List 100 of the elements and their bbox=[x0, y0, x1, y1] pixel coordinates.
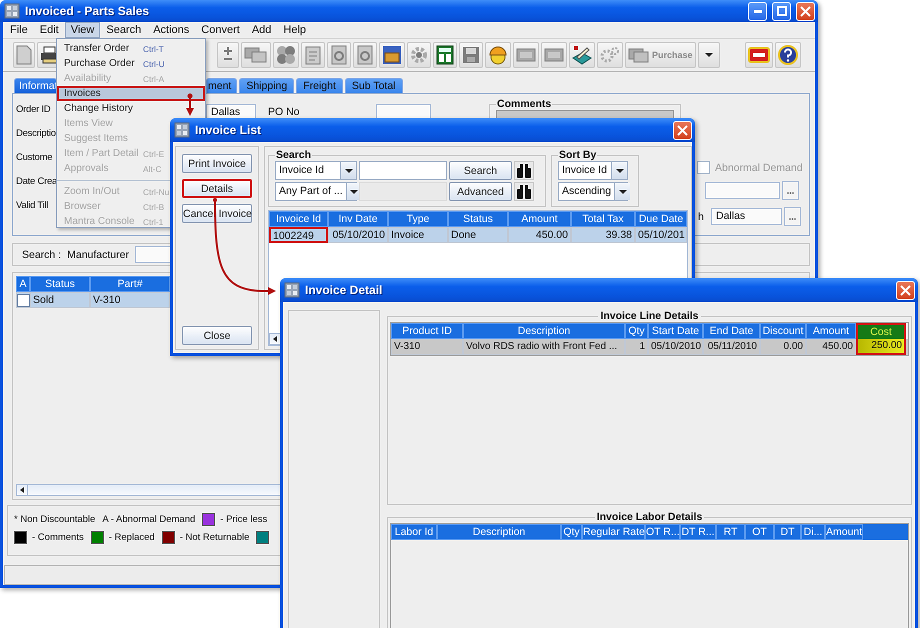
column-header[interactable]: Di... bbox=[801, 524, 825, 540]
menu-item[interactable]: Convert bbox=[195, 22, 246, 38]
column-header[interactable]: Product ID bbox=[391, 323, 463, 339]
binoculars-icon[interactable] bbox=[516, 162, 532, 178]
tab[interactable]: Freight bbox=[296, 78, 343, 93]
close-button[interactable] bbox=[673, 120, 692, 140]
column-header[interactable]: Qty bbox=[561, 524, 582, 540]
column-header[interactable]: Due Date bbox=[635, 211, 687, 227]
column-header[interactable]: Description bbox=[463, 323, 625, 339]
column-header[interactable]: Qty bbox=[625, 323, 648, 339]
menu-item[interactable]: View bbox=[64, 22, 100, 38]
close-button[interactable] bbox=[796, 2, 815, 20]
minimize-icon bbox=[754, 10, 762, 12]
column-header[interactable]: End Date bbox=[703, 323, 760, 339]
dropdown[interactable]: Invoice Id bbox=[275, 161, 357, 180]
purchase-button[interactable]: Purchase bbox=[625, 42, 696, 68]
column-header[interactable]: Part# bbox=[90, 276, 170, 292]
caret-icon bbox=[616, 168, 624, 172]
document-icon bbox=[356, 45, 374, 65]
close-icon bbox=[800, 6, 811, 16]
checkbox-label: Abnormal Demand bbox=[715, 162, 803, 174]
table-row[interactable]: 1002249 05/10/2010 Invoice Done 450.00 39.38 05/10/201 bbox=[269, 227, 687, 243]
minimize-button[interactable] bbox=[748, 2, 767, 20]
column-header[interactable]: Labor Id bbox=[391, 524, 437, 540]
exit-button[interactable] bbox=[745, 42, 773, 68]
menu-item[interactable]: Search bbox=[100, 22, 148, 38]
action-button[interactable]: Print Invoice bbox=[182, 154, 252, 173]
menu-item[interactable]: File bbox=[4, 22, 34, 38]
column-header[interactable]: Type bbox=[388, 211, 448, 227]
dropdown[interactable]: Invoice Id bbox=[558, 161, 628, 180]
dropdown[interactable]: Ascending bbox=[558, 182, 628, 201]
column-header[interactable]: DT R... bbox=[680, 524, 716, 540]
toolbar-button[interactable] bbox=[379, 42, 405, 68]
column-header[interactable]: Invoice Id bbox=[269, 211, 328, 227]
app-icon bbox=[174, 122, 190, 138]
table-cell: 05/10/2010 bbox=[328, 227, 388, 243]
scroll-left-icon[interactable] bbox=[273, 336, 277, 342]
column-header[interactable]: Discount bbox=[760, 323, 806, 339]
tab[interactable]: Shipping bbox=[239, 78, 294, 93]
column-header[interactable]: Cost bbox=[856, 323, 906, 339]
document-icon bbox=[16, 45, 32, 65]
tab[interactable]: Informat bbox=[14, 78, 57, 93]
table-row[interactable]: V-310 Volvo RDS radio with Front Fed ... 1 05/10/2010 05/11/2010 0.00 450.00 250.00 bbox=[391, 339, 908, 355]
column-header[interactable]: DT bbox=[774, 524, 801, 540]
document-icon bbox=[330, 45, 348, 65]
column-header[interactable]: OT bbox=[745, 524, 774, 540]
maximize-button[interactable] bbox=[772, 2, 791, 20]
close-button[interactable] bbox=[896, 280, 915, 300]
text-field[interactable] bbox=[705, 182, 780, 199]
menu-item[interactable]: Purchase Order Ctrl-U bbox=[57, 56, 205, 71]
menu-item-label: Transfer Order bbox=[64, 43, 130, 54]
column-header[interactable]: Status bbox=[448, 211, 508, 227]
tab[interactable]: ment bbox=[206, 78, 238, 93]
column-header[interactable]: A bbox=[16, 276, 30, 292]
tab[interactable]: Sub Total bbox=[344, 78, 402, 93]
group-title: Invoice Labor Details bbox=[596, 511, 704, 523]
dropdown[interactable]: Any Part of ... bbox=[275, 182, 357, 201]
help-button[interactable] bbox=[775, 42, 801, 68]
toolbar-button[interactable] bbox=[485, 42, 511, 68]
menu-item[interactable]: Transfer Order Ctrl-T bbox=[57, 41, 205, 56]
action-button[interactable]: Details bbox=[182, 179, 252, 198]
search-field[interactable] bbox=[359, 161, 447, 180]
toolbar-button[interactable] bbox=[433, 42, 457, 68]
menu-item[interactable]: Actions bbox=[147, 22, 196, 38]
overflow-button[interactable] bbox=[698, 42, 720, 68]
column-header[interactable]: Start Date bbox=[648, 323, 703, 339]
column-header[interactable]: Amount bbox=[508, 211, 571, 227]
search-button[interactable]: Search bbox=[449, 161, 512, 180]
caret-icon bbox=[350, 190, 358, 194]
menu-item[interactable]: Change History bbox=[57, 101, 205, 116]
column-header[interactable]: Inv Date bbox=[328, 211, 388, 227]
checkbox[interactable] bbox=[16, 294, 30, 306]
menu-item[interactable]: Edit bbox=[34, 22, 65, 38]
box-icon bbox=[382, 45, 402, 65]
column-header[interactable]: Status bbox=[30, 276, 90, 292]
menu-item[interactable]: Invoices bbox=[57, 86, 205, 101]
binoculars-icon[interactable] bbox=[516, 184, 532, 200]
column-header[interactable]: Amount bbox=[825, 524, 863, 540]
column-header[interactable]: Description bbox=[437, 524, 561, 540]
advanced-button[interactable]: Advanced bbox=[449, 182, 512, 201]
menu-item[interactable]: Add bbox=[246, 22, 278, 38]
close-dialog-button[interactable]: Close bbox=[182, 326, 252, 345]
shortcut-text: Ctrl-U bbox=[143, 58, 166, 68]
toolbar-button[interactable] bbox=[569, 42, 595, 68]
column-header[interactable]: Total Tax bbox=[571, 211, 635, 227]
menu-item-label: Approvals bbox=[64, 163, 110, 174]
window-title: Invoice List bbox=[195, 123, 262, 137]
column-header[interactable]: Amount bbox=[806, 323, 856, 339]
column-header[interactable]: OT R... bbox=[645, 524, 680, 540]
browse-button[interactable] bbox=[782, 181, 799, 200]
scroll-left-icon[interactable] bbox=[20, 487, 24, 493]
close-icon bbox=[677, 124, 688, 136]
menu-item[interactable]: Help bbox=[277, 22, 312, 38]
location-field[interactable]: Dallas bbox=[711, 208, 782, 225]
gear-icon bbox=[410, 46, 428, 64]
group-title: Sort By bbox=[558, 149, 598, 161]
table-cell: Volvo RDS radio with Front Fed ... bbox=[463, 339, 625, 355]
column-header[interactable]: Regular Rate bbox=[582, 524, 645, 540]
column-header[interactable]: RT bbox=[716, 524, 745, 540]
browse-button[interactable] bbox=[784, 207, 801, 226]
